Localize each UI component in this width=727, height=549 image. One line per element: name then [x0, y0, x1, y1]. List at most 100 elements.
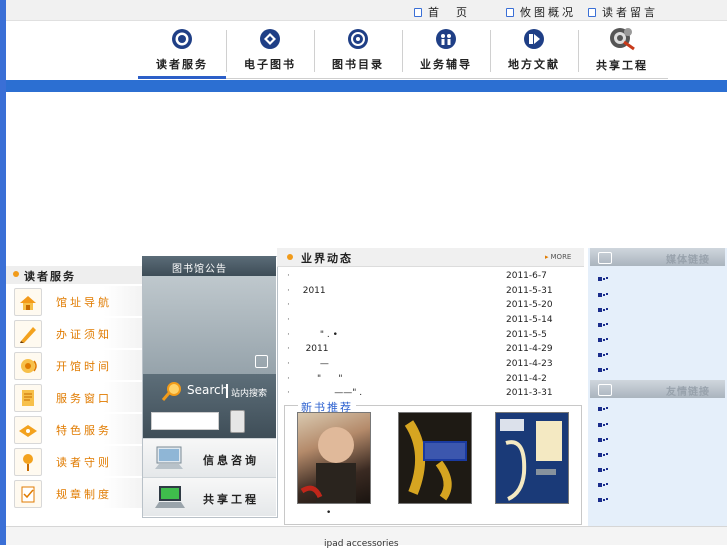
bullet-icon: · [287, 330, 290, 340]
ring-icon [348, 29, 368, 49]
target-icon [172, 29, 192, 49]
friend-link-item[interactable] [598, 422, 612, 428]
news-header: 业界动态 ▸ MORE [277, 248, 584, 267]
media-link-item[interactable] [598, 276, 612, 282]
sidebar-item-regulations[interactable]: 规章制度 [6, 478, 142, 510]
top-link-overview[interactable]: 攸图概况 [506, 4, 576, 20]
info-consult-button[interactable]: 信息咨询 [143, 438, 276, 477]
book-caption: • [326, 508, 332, 518]
news-row[interactable]: · 2011-5-20 [277, 300, 577, 314]
sidebar-item-hours[interactable]: 开馆时间 [6, 350, 142, 382]
bullet-icon: · [287, 271, 290, 281]
bullet-dot-icon [287, 254, 293, 260]
top-link-home[interactable]: 首 页 [414, 4, 470, 20]
news-row[interactable]: · —2011-4-23 [277, 359, 577, 373]
friend-link-item[interactable] [598, 406, 612, 412]
play-icon [524, 29, 544, 49]
news-row[interactable]: · 2011 2011-5-31 [277, 286, 577, 300]
friend-link-item[interactable] [598, 497, 612, 503]
nav-active-indicator [138, 76, 226, 79]
monitor-icon [155, 446, 183, 469]
nav-business-guide[interactable]: 业务辅导 [402, 24, 490, 80]
sidebar-header: 读者服务 [6, 266, 142, 284]
search-button[interactable] [230, 410, 245, 433]
film-icon [598, 252, 612, 264]
media-link-item[interactable] [598, 307, 612, 313]
bullet-icon [588, 7, 596, 17]
nav-catalog[interactable]: 图书目录 [314, 24, 402, 80]
checklist-icon [14, 480, 42, 508]
pin-icon [14, 448, 42, 476]
media-link-item[interactable] [598, 322, 612, 328]
friend-link-item[interactable] [598, 437, 612, 443]
bullet-icon: · [287, 315, 290, 325]
bullet-icon: · [287, 300, 290, 310]
nav-shared-project[interactable]: 共享工程 [578, 24, 666, 80]
bullet-icon: · [287, 344, 290, 354]
bullet-icon [414, 7, 422, 17]
media-links-header: 媒体链接 [590, 248, 725, 266]
main-nav: 读者服务 电子图书 图书目录 业务辅导 地方文献 共享工程 [138, 24, 668, 80]
sidebar-item-service-window[interactable]: 服务窗口 [6, 382, 142, 414]
nav-local-docs[interactable]: 地方文献 [490, 24, 578, 80]
news-row[interactable]: · " . • 2011-5-5 [277, 330, 577, 344]
notice-title: 图书馆公告 [172, 264, 227, 275]
search-divider [226, 384, 228, 398]
notepad-icon [14, 384, 42, 412]
search-title: Search [187, 383, 229, 397]
bullet-icon: · [287, 359, 290, 369]
news-row[interactable]: · 2011-6-7 [277, 271, 577, 285]
sidebar-item-special-service[interactable]: 特色服务 [6, 414, 142, 446]
ticket-icon [14, 416, 42, 444]
pencil-icon [14, 320, 42, 348]
bullet-icon: · [287, 388, 290, 398]
news-row[interactable]: · 2011-5-14 [277, 315, 577, 329]
house-icon [14, 288, 42, 316]
sidebar-item-location[interactable]: 馆址导航 [6, 286, 142, 318]
top-link-bar: 首 页 攸图概况 读者留言 [6, 0, 727, 21]
book-cover[interactable] [495, 412, 569, 504]
search-subtitle: 站内搜索 [231, 389, 268, 399]
bullet-icon [506, 7, 514, 17]
sidebar-item-card-guide[interactable]: 办证须知 [6, 318, 142, 350]
search-input[interactable] [151, 412, 219, 430]
friend-link-item[interactable] [598, 482, 612, 488]
people-icon [436, 29, 456, 49]
sidebar-item-reader-rules[interactable]: 读者守则 [6, 446, 142, 478]
speaker-icon [14, 352, 42, 380]
bullet-icon: · [287, 374, 290, 384]
nav-underline [226, 78, 668, 79]
portrait-image [300, 427, 356, 503]
film-icon [598, 384, 612, 396]
sidebar-title: 读者服务 [24, 270, 76, 283]
shared-project-button[interactable]: 共享工程 [143, 477, 276, 516]
nav-ebooks[interactable]: 电子图书 [226, 24, 314, 80]
media-link-item[interactable] [598, 292, 612, 298]
media-link-item[interactable] [598, 337, 612, 343]
top-link-guestbook[interactable]: 读者留言 [588, 4, 658, 20]
book-art-image [496, 413, 568, 503]
friend-link-item[interactable] [598, 452, 612, 458]
nav-reader-service[interactable]: 读者服务 [138, 24, 226, 80]
book-cover[interactable] [297, 412, 371, 504]
bullet-dot-icon [13, 271, 19, 277]
book-cover[interactable] [398, 412, 472, 504]
friend-links-header: 友情链接 [590, 380, 725, 398]
more-icon[interactable] [255, 355, 268, 368]
book-art-image [399, 413, 471, 503]
notice-header: 图书馆公告 [142, 256, 276, 276]
laptop-icon [155, 486, 185, 508]
magnifier-icon [161, 382, 181, 401]
header-blue-band [6, 80, 727, 92]
news-more-link[interactable]: ▸ MORE [545, 253, 571, 261]
gear-icon [610, 28, 635, 51]
friend-link-item[interactable] [598, 467, 612, 473]
media-link-item[interactable] [598, 352, 612, 358]
news-title: 业界动态 [301, 252, 353, 265]
footer-link[interactable]: ipad accessories [324, 539, 399, 549]
arrow-right-icon: ▸ [545, 253, 549, 261]
media-link-item[interactable] [598, 367, 612, 373]
news-row[interactable]: · " " 2011-4-2 [277, 374, 577, 388]
news-row[interactable]: · 2011 2011-4-29 [277, 344, 577, 358]
diamond-icon [260, 29, 280, 49]
